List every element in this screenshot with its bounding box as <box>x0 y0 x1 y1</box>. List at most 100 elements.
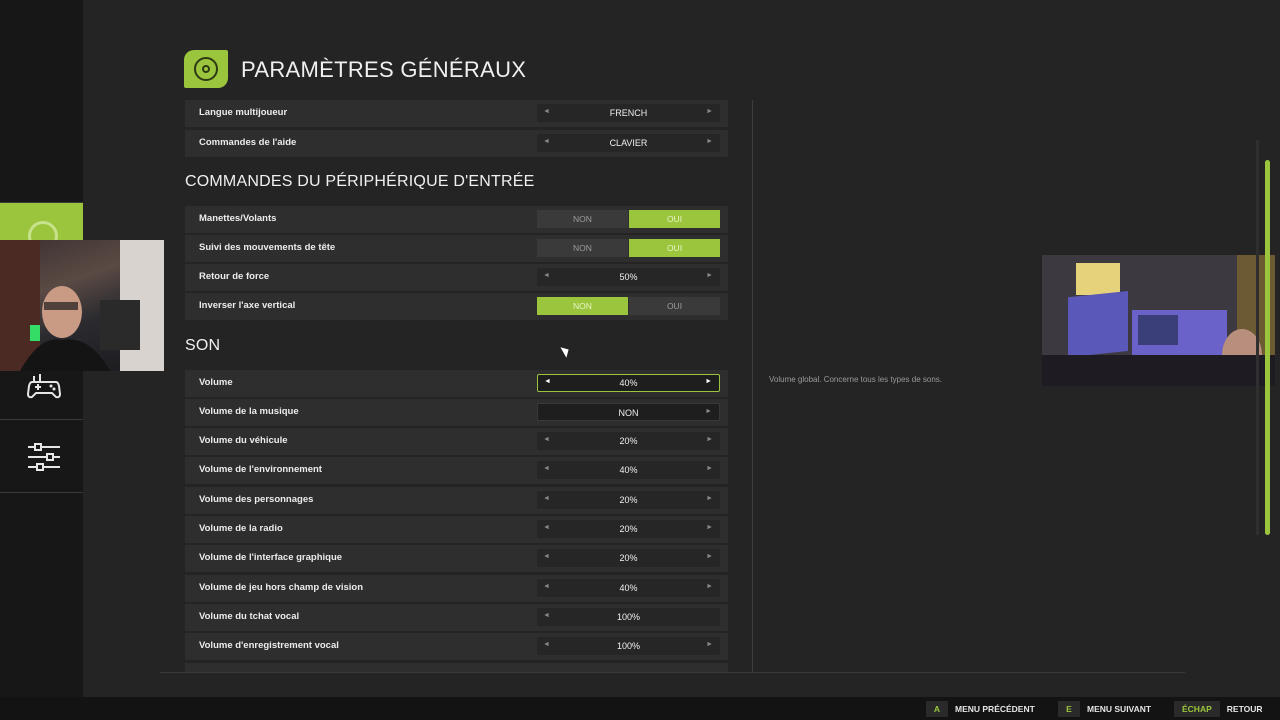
toggle-option-oui[interactable]: OUI <box>629 297 720 315</box>
hint-menu-precedent[interactable]: A MENU PRÉCÉDENT <box>926 701 1035 717</box>
section-heading-input: COMMANDES DU PÉRIPHÉRIQUE D'ENTRÉE <box>185 173 535 190</box>
setting-row-suivi-tete[interactable]: Suivi des mouvements de tête NON OUI <box>185 235 728 262</box>
arrow-left-icon[interactable]: ◄ <box>543 524 550 531</box>
toggle[interactable]: NON OUI <box>537 210 720 228</box>
setting-label: Volume de l'environnement <box>199 464 322 475</box>
arrow-left-icon[interactable]: ◄ <box>543 436 550 443</box>
setting-row-inverser-axe[interactable]: Inverser l'axe vertical NON OUI <box>185 293 728 320</box>
setting-label: Volume de la musique <box>199 406 299 417</box>
arrow-right-icon[interactable]: ► <box>706 108 713 115</box>
sliders-icon[interactable] <box>26 442 62 472</box>
option-selector[interactable]: ◄ 100% ► <box>537 637 720 655</box>
toggle-option-non[interactable]: NON <box>537 239 628 257</box>
arrow-right-icon[interactable]: ► <box>706 495 713 502</box>
arrow-right-icon[interactable]: ► <box>706 272 713 279</box>
controller-icon[interactable] <box>26 372 62 402</box>
arrow-right-icon[interactable]: ► <box>706 524 713 531</box>
arrow-right-icon[interactable]: ► <box>705 378 712 385</box>
setting-row-commandes-aide[interactable]: Commandes de l'aide ◄ CLAVIER ► <box>185 130 728 157</box>
setting-row-volume-interface[interactable]: Volume de l'interface graphique ◄ 20% ► <box>185 545 728 572</box>
hint-label: RETOUR <box>1226 704 1263 714</box>
arrow-right-icon[interactable]: ► <box>706 583 713 590</box>
option-value: 20% <box>619 553 638 563</box>
arrow-right-icon[interactable]: ► <box>706 436 713 443</box>
option-selector[interactable]: ◄ 100% <box>537 608 720 626</box>
scrollbar-thumb[interactable] <box>1265 160 1270 535</box>
option-value: 20% <box>619 524 638 534</box>
hint-retour[interactable]: ÉCHAP RETOUR <box>1174 701 1263 717</box>
toggle-option-oui[interactable]: OUI <box>629 239 720 257</box>
setting-label: Retour de force <box>199 271 270 282</box>
hint-menu-suivant[interactable]: E MENU SUIVANT <box>1058 701 1151 717</box>
option-selector[interactable]: ◄ FRENCH ► <box>537 104 720 122</box>
arrow-right-icon[interactable]: ► <box>706 138 713 145</box>
sidebar-item-general[interactable] <box>0 203 83 251</box>
setting-row-volume-tchat[interactable]: Volume du tchat vocal ◄ 100% <box>185 604 728 631</box>
toggle-option-oui[interactable]: OUI <box>629 210 720 228</box>
arrow-left-icon[interactable]: ◄ <box>543 495 550 502</box>
setting-label: Manettes/Volants <box>199 213 277 224</box>
setting-row-partial[interactable] <box>185 663 728 672</box>
arrow-left-icon[interactable]: ◄ <box>543 138 550 145</box>
scrollbar-track[interactable] <box>1256 140 1259 535</box>
arrow-left-icon[interactable]: ◄ <box>543 465 550 472</box>
setting-row-retour-force[interactable]: Retour de force ◄ 50% ► <box>185 264 728 291</box>
toggle-option-non[interactable]: NON <box>537 297 628 315</box>
option-selector[interactable]: NON ► <box>537 403 720 421</box>
sidebar-divider <box>0 419 83 420</box>
key-badge: E <box>1058 701 1080 717</box>
option-value: 50% <box>619 272 638 282</box>
option-selector[interactable]: ◄ 20% ► <box>537 432 720 450</box>
option-value: 20% <box>619 436 638 446</box>
setting-label: Volume des personnages <box>199 494 314 505</box>
setting-row-manettes[interactable]: Manettes/Volants NON OUI <box>185 206 728 233</box>
setting-label: Langue multijoueur <box>199 107 288 118</box>
arrow-right-icon[interactable]: ► <box>706 553 713 560</box>
option-value: NON <box>618 408 639 418</box>
arrow-left-icon[interactable]: ◄ <box>543 641 550 648</box>
option-selector[interactable]: ◄ 20% ► <box>537 491 720 509</box>
option-selector[interactable]: ◄ 50% ► <box>537 268 720 286</box>
setting-row-volume-enregistrement[interactable]: Volume d'enregistrement vocal ◄ 100% ► <box>185 633 728 660</box>
setting-label: Volume d'enregistrement vocal <box>199 640 339 651</box>
arrow-left-icon[interactable]: ◄ <box>543 553 550 560</box>
option-selector[interactable]: ◄ 20% ► <box>537 520 720 538</box>
arrow-left-icon[interactable]: ◄ <box>543 108 550 115</box>
toggle[interactable]: NON OUI <box>537 297 720 315</box>
page-title: PARAMÈTRES GÉNÉRAUX <box>241 57 527 82</box>
arrow-right-icon[interactable]: ► <box>706 641 713 648</box>
key-badge: ÉCHAP <box>1174 701 1220 717</box>
setting-row-volume-hors-champ[interactable]: Volume de jeu hors champ de vision ◄ 40%… <box>185 575 728 602</box>
setting-row-volume-personnages[interactable]: Volume des personnages ◄ 20% ► <box>185 487 728 514</box>
option-selector[interactable]: ◄ 40% ► <box>537 461 720 479</box>
toggle[interactable]: NON OUI <box>537 239 720 257</box>
option-value: 40% <box>619 583 638 593</box>
setting-row-volume-vehicule[interactable]: Volume du véhicule ◄ 20% ► <box>185 428 728 455</box>
arrow-right-icon[interactable]: ► <box>706 465 713 472</box>
toggle-option-non[interactable]: NON <box>537 210 628 228</box>
sidebar-divider <box>0 492 83 493</box>
arrow-left-icon[interactable]: ◄ <box>543 272 550 279</box>
setting-row-volume-musique[interactable]: Volume de la musique NON ► <box>185 399 728 426</box>
arrow-left-icon[interactable]: ◄ <box>543 612 550 619</box>
arrow-left-icon[interactable]: ◄ <box>543 583 550 590</box>
setting-row-volume[interactable]: Volume ◄ 40% ► <box>185 370 728 397</box>
webcam-overlay <box>1042 255 1275 386</box>
panel-divider <box>752 100 753 672</box>
option-value: 40% <box>619 378 638 388</box>
arrow-right-icon[interactable]: ► <box>705 408 712 415</box>
option-value: FRENCH <box>609 108 648 118</box>
setting-label: Commandes de l'aide <box>199 137 297 148</box>
option-selector[interactable]: ◄ 20% ► <box>537 549 720 567</box>
option-value: 20% <box>619 495 638 505</box>
setting-row-volume-environnement[interactable]: Volume de l'environnement ◄ 40% ► <box>185 457 728 484</box>
settings-list: Langue multijoueur ◄ FRENCH ► Commandes … <box>185 100 728 672</box>
setting-row-langue[interactable]: Langue multijoueur ◄ FRENCH ► <box>185 100 728 127</box>
option-selector[interactable]: ◄ 40% ► <box>537 374 720 392</box>
setting-description: Volume global. Concerne tous les types d… <box>769 375 942 384</box>
setting-label: Volume <box>199 377 233 388</box>
option-selector[interactable]: ◄ CLAVIER ► <box>537 134 720 152</box>
setting-row-volume-radio[interactable]: Volume de la radio ◄ 20% ► <box>185 516 728 543</box>
option-selector[interactable]: ◄ 40% ► <box>537 579 720 597</box>
arrow-left-icon[interactable]: ◄ <box>544 378 551 385</box>
